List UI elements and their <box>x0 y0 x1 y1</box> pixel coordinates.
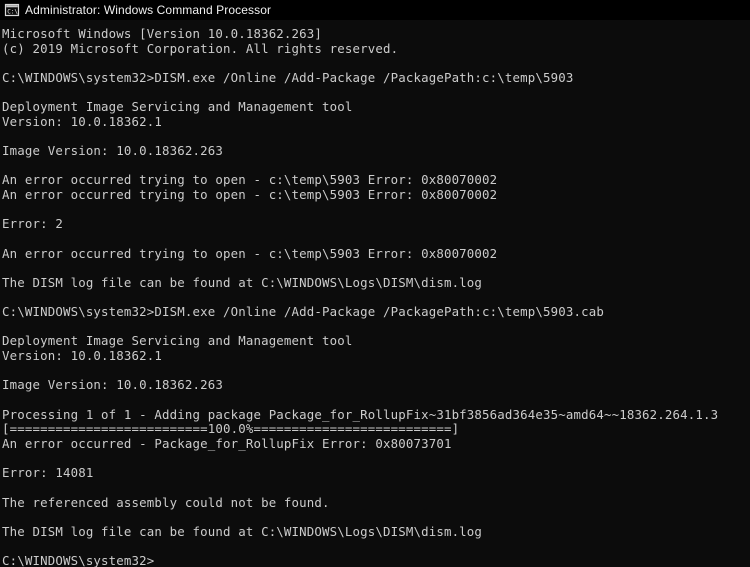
console-output-area[interactable]: Microsoft Windows [Version 10.0.18362.26… <box>0 20 750 567</box>
console-line: C:\WINDOWS\system32>DISM.exe /Online /Ad… <box>2 304 604 320</box>
console-line: Processing 1 of 1 - Adding package Packa… <box>2 406 719 422</box>
svg-text:C:\: C:\ <box>7 9 18 16</box>
console-line: The referenced assembly could not be fou… <box>2 494 330 510</box>
command-prompt-icon: C:\ <box>4 2 20 18</box>
console-line: Deployment Image Servicing and Managemen… <box>2 99 353 115</box>
console-line: C:\WINDOWS\system32>DISM.exe /Online /Ad… <box>2 69 574 85</box>
console-line: Error: 2 <box>2 216 63 232</box>
console-line: (c) 2019 Microsoft Corporation. All righ… <box>2 40 399 56</box>
console-line: [==========================100.0%=======… <box>2 421 460 437</box>
command-prompt-window: C:\ Administrator: Windows Command Proce… <box>0 0 750 567</box>
console-line: Image Version: 10.0.18362.263 <box>2 377 223 393</box>
console-line: The DISM log file can be found at C:\WIN… <box>2 274 483 290</box>
title-bar-drag-region[interactable] <box>271 0 750 20</box>
window-title: Administrator: Windows Command Processor <box>25 3 272 17</box>
console-line: Microsoft Windows [Version 10.0.18362.26… <box>2 26 323 41</box>
console-line: Image Version: 10.0.18362.263 <box>2 143 223 159</box>
console-line: Version: 10.0.18362.1 <box>2 113 163 129</box>
console-line: An error occurred trying to open - c:\te… <box>2 245 498 261</box>
console-line: An error occurred trying to open - c:\te… <box>2 187 498 203</box>
console-line: An error occurred - Package_for_RollupFi… <box>2 435 452 451</box>
console-line: The DISM log file can be found at C:\WIN… <box>2 523 483 539</box>
title-bar[interactable]: C:\ Administrator: Windows Command Proce… <box>0 0 750 20</box>
text-cursor <box>154 554 162 567</box>
console-line: Deployment Image Servicing and Managemen… <box>2 333 353 349</box>
console-line: Error: 14081 <box>2 465 94 481</box>
console-line: Version: 10.0.18362.1 <box>2 348 163 364</box>
console-line: An error occurred trying to open - c:\te… <box>2 172 498 188</box>
console-line: C:\WINDOWS\system32> <box>2 553 750 567</box>
